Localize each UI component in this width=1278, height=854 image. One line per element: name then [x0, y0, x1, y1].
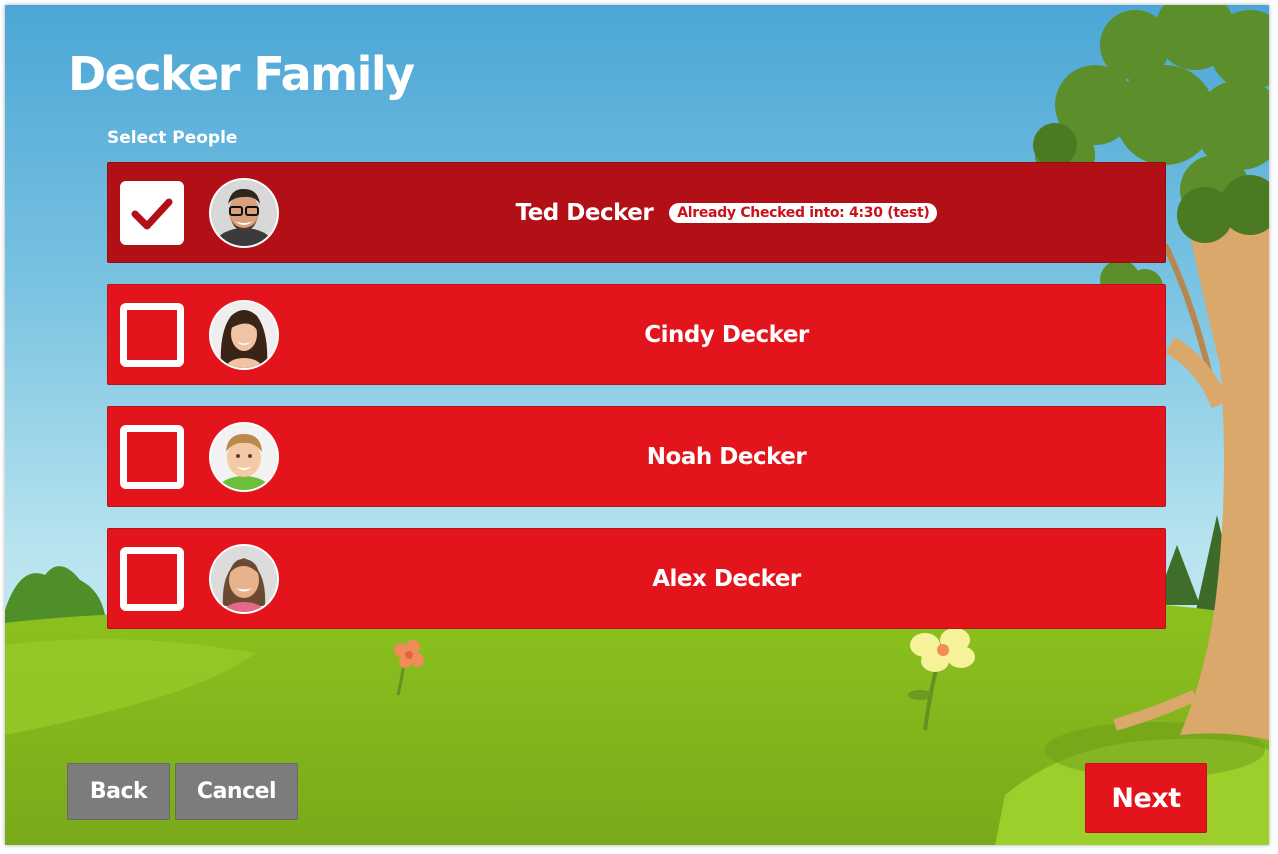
person-name: Alex Decker [652, 565, 801, 592]
page-title: Decker Family [68, 47, 415, 101]
next-button[interactable]: Next [1085, 763, 1207, 833]
person-row-ted[interactable]: Ted Decker Already Checked into: 4:30 (t… [107, 162, 1166, 263]
checkbox-unchecked[interactable] [120, 425, 184, 489]
person-row-alex[interactable]: Alex Decker [107, 528, 1166, 629]
person-row-noah[interactable]: Noah Decker [107, 406, 1166, 507]
checkbox-checked[interactable] [120, 181, 184, 245]
checkbox-unchecked[interactable] [120, 303, 184, 367]
person-row-cindy[interactable]: Cindy Decker [107, 284, 1166, 385]
person-name: Cindy Decker [644, 321, 809, 348]
section-label: Select People [107, 128, 238, 148]
avatar [209, 300, 279, 370]
avatar [209, 178, 279, 248]
back-button[interactable]: Back [67, 763, 170, 820]
avatar [209, 544, 279, 614]
kiosk-screen: Decker Family Select People Ted Decker A… [5, 5, 1269, 845]
person-name: Ted Decker [515, 199, 654, 226]
person-name: Noah Decker [646, 443, 807, 470]
status-badge: Already Checked into: 4:30 (test) [669, 202, 938, 223]
checkbox-unchecked[interactable] [120, 547, 184, 611]
cancel-button[interactable]: Cancel [175, 763, 298, 820]
avatar [209, 422, 279, 492]
checkmark-icon [131, 198, 173, 230]
